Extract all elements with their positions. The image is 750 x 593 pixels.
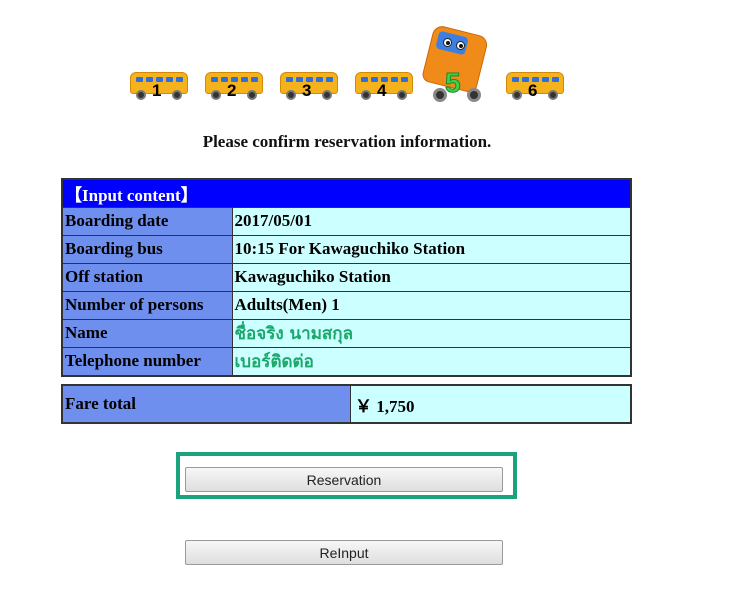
reinput-button[interactable]: ReInput <box>185 540 503 565</box>
step-number: 2 <box>227 81 237 100</box>
row-label: Telephone number <box>61 346 233 376</box>
step-number: 4 <box>377 81 387 100</box>
row-value: 2017/05/01 <box>231 206 632 236</box>
table-row: Telephone number เบอร์ติดต่อ <box>61 346 632 376</box>
step-5-current-bus-icon: 5 <box>420 24 490 102</box>
step-3-bus-icon: 3 <box>280 72 338 100</box>
step-number: 6 <box>528 81 538 100</box>
telephone-value: เบอร์ติดต่อ <box>231 346 632 376</box>
table-row: Off station Kawaguchiko Station <box>61 262 632 292</box>
step-2-bus-icon: 2 <box>205 72 263 100</box>
fare-value: ￥ 1,750 <box>350 384 632 424</box>
row-value: 10:15 For Kawaguchiko Station <box>231 234 632 264</box>
step-1-bus-icon: 1 <box>130 72 188 100</box>
row-label: Number of persons <box>61 290 233 320</box>
step-number: 3 <box>302 81 312 100</box>
row-label: Boarding bus <box>61 234 233 264</box>
row-label: Boarding date <box>61 206 233 236</box>
table-row: Boarding bus 10:15 For Kawaguchiko Stati… <box>61 234 632 264</box>
page-heading: Please confirm reservation information. <box>202 132 492 151</box>
reservation-button[interactable]: Reservation <box>185 467 503 492</box>
row-value: Adults(Men) 1 <box>231 290 632 320</box>
table-row: Number of persons Adults(Men) 1 <box>61 290 632 320</box>
step-4-bus-icon: 4 <box>355 72 413 100</box>
table-row: Boarding date 2017/05/01 <box>61 206 632 236</box>
step-6-bus-icon: 6 <box>506 72 564 100</box>
fare-row: Fare total ￥ 1,750 <box>61 384 632 424</box>
row-label: Name <box>61 318 233 348</box>
name-value: ชื่อจริง นามสกุล <box>231 318 632 348</box>
fare-total-table: Fare total ￥ 1,750 <box>61 384 632 424</box>
row-value: Kawaguchiko Station <box>231 262 632 292</box>
table-header: 【Input content】 <box>61 178 632 208</box>
step-number: 5 <box>445 67 462 98</box>
step-indicator: 1 2 3 4 5 6 <box>0 0 750 110</box>
reservation-info-table: 【Input content】 Boarding date 2017/05/01… <box>61 178 632 377</box>
table-header-row: 【Input content】 <box>61 178 632 208</box>
step-number: 1 <box>152 81 162 100</box>
row-label: Off station <box>61 262 233 292</box>
table-row: Name ชื่อจริง นามสกุล <box>61 318 632 348</box>
fare-label: Fare total <box>61 384 351 424</box>
